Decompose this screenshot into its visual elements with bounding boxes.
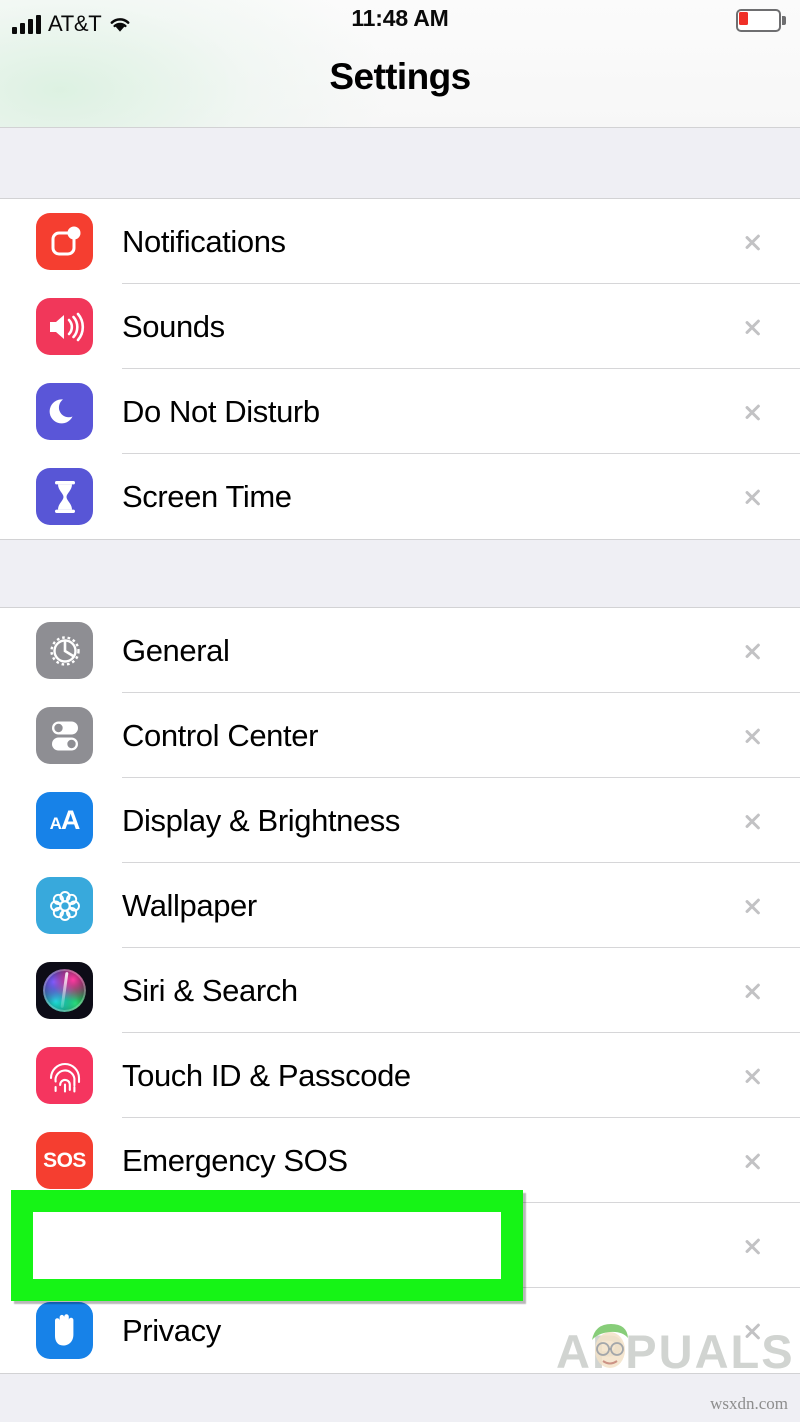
settings-row-display-brightness[interactable]: AA Display & Brightness bbox=[0, 778, 800, 863]
settings-row-label: Siri & Search bbox=[122, 972, 298, 1008]
settings-row-label: Control Center bbox=[122, 717, 318, 753]
moon-icon bbox=[36, 383, 93, 440]
toggles-icon bbox=[36, 707, 93, 764]
flower-icon bbox=[36, 877, 93, 934]
settings-group-2: General Control Center AA Display & Brig… bbox=[0, 608, 800, 1373]
status-bar: AT&T 11:48 AM bbox=[0, 0, 800, 40]
settings-row-sounds[interactable]: Sounds bbox=[0, 284, 800, 369]
settings-row-label: Touch ID & Passcode bbox=[122, 1057, 411, 1093]
list-gap-middle bbox=[0, 539, 800, 608]
settings-row-general[interactable]: General bbox=[0, 608, 800, 693]
fingerprint-icon bbox=[36, 1047, 93, 1104]
settings-row-wallpaper[interactable]: Wallpaper bbox=[0, 863, 800, 948]
chevron-right-icon bbox=[744, 228, 760, 256]
chevron-right-icon bbox=[744, 313, 760, 341]
hand-icon bbox=[36, 1302, 93, 1359]
page-title: Settings bbox=[329, 56, 471, 97]
speaker-icon bbox=[36, 298, 93, 355]
chevron-right-icon bbox=[744, 483, 760, 511]
settings-row-siri-search[interactable]: Siri & Search bbox=[0, 948, 800, 1033]
settings-row-label: Privacy bbox=[122, 1312, 221, 1348]
settings-row-label: General bbox=[122, 632, 230, 668]
settings-row-emergency-sos[interactable]: SOS Emergency SOS bbox=[0, 1118, 800, 1203]
settings-row-label: Battery bbox=[122, 1227, 218, 1263]
chevron-right-icon bbox=[744, 977, 760, 1005]
settings-row-label: Display & Brightness bbox=[122, 802, 401, 838]
chevron-right-icon bbox=[744, 892, 760, 920]
source-site-label: wsxdn.com bbox=[710, 1394, 788, 1413]
settings-row-control-center[interactable]: Control Center bbox=[0, 693, 800, 778]
settings-row-do-not-disturb[interactable]: Do Not Disturb bbox=[0, 369, 800, 454]
iphone-settings-screen: AT&T 11:48 AM Settings Notifications Sou… bbox=[0, 0, 800, 1422]
siri-orb-icon bbox=[36, 962, 93, 1019]
settings-row-label: Wallpaper bbox=[122, 887, 257, 923]
list-gap-top bbox=[0, 128, 800, 199]
settings-row-label: Screen Time bbox=[122, 478, 292, 514]
battery-low-icon bbox=[736, 9, 786, 33]
nav-header: AT&T 11:48 AM Settings bbox=[0, 0, 800, 128]
chevron-right-icon bbox=[744, 722, 760, 750]
notifications-icon bbox=[36, 213, 93, 270]
settings-group-1: Notifications Sounds Do Not Disturb Scre… bbox=[0, 199, 800, 539]
chevron-right-icon bbox=[744, 1232, 760, 1260]
settings-row-label: Notifications bbox=[122, 223, 286, 259]
settings-row-battery[interactable]: Battery bbox=[0, 1203, 800, 1288]
text-size-aa-icon: AA bbox=[36, 792, 93, 849]
settings-list[interactable]: Notifications Sounds Do Not Disturb Scre… bbox=[0, 128, 800, 1422]
gear-icon bbox=[36, 622, 93, 679]
battery-icon bbox=[36, 1217, 93, 1274]
settings-row-notifications[interactable]: Notifications bbox=[0, 199, 800, 284]
status-bar-clock: 11:48 AM bbox=[351, 5, 449, 31]
chevron-right-icon bbox=[744, 398, 760, 426]
settings-row-label: Do Not Disturb bbox=[122, 393, 320, 429]
settings-row-touch-id-passcode[interactable]: Touch ID & Passcode bbox=[0, 1033, 800, 1118]
sos-icon-text: SOS bbox=[43, 1148, 86, 1172]
sos-icon: SOS bbox=[36, 1132, 93, 1189]
chevron-right-icon bbox=[744, 637, 760, 665]
appuals-watermark: APPUALS bbox=[556, 1318, 793, 1380]
settings-row-label: Sounds bbox=[122, 308, 225, 344]
list-gap-bottom bbox=[0, 1373, 800, 1422]
watermark-mascot-icon bbox=[584, 1314, 636, 1376]
hourglass-icon bbox=[36, 468, 93, 525]
chevron-right-icon bbox=[744, 807, 760, 835]
chevron-right-icon bbox=[744, 1147, 760, 1175]
settings-row-screen-time[interactable]: Screen Time bbox=[0, 454, 800, 539]
settings-row-label: Emergency SOS bbox=[122, 1142, 348, 1178]
chevron-right-icon bbox=[744, 1062, 760, 1090]
